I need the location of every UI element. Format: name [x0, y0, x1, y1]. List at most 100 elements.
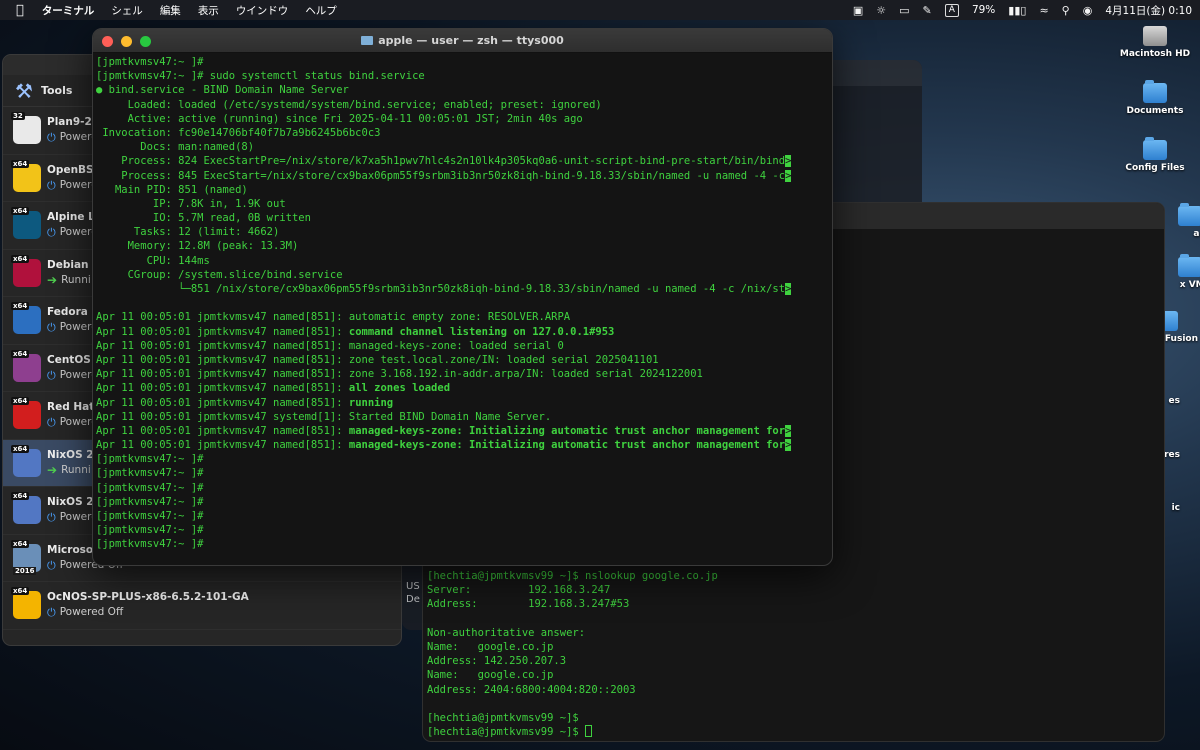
- os-logo-icon: x64: [11, 444, 41, 477]
- input-mode-icon[interactable]: A: [944, 3, 959, 17]
- vm-arch-badge: x64: [11, 492, 30, 501]
- terminal-line: Active: active (running) since Fri 2025-…: [96, 112, 583, 125]
- vm-year-badge: 2016: [13, 566, 37, 575]
- truncation-marker: >: [785, 169, 792, 182]
- background-window-text: US De: [406, 581, 420, 605]
- terminal-line: Tasks: 12 (limit: 4662): [96, 226, 280, 239]
- vm-arch-badge: x64: [11, 444, 30, 453]
- folder-icon: [1143, 80, 1167, 103]
- menu-app-name[interactable]: ターミナル: [42, 3, 95, 18]
- terminal-line: Docs: man:named(8): [96, 141, 255, 154]
- pen-icon[interactable]: ✎: [923, 4, 932, 17]
- vm-arch-badge: x64: [11, 302, 30, 311]
- vm-arch-badge: x64: [11, 587, 30, 596]
- desktop-icon-macintosh-hd[interactable]: Macintosh HD: [1110, 26, 1200, 59]
- vm-name: OcNOS-SP-PLUS-x86-6.5.2-101-GA: [47, 591, 249, 604]
- running-arrow-icon: ➔: [47, 462, 58, 477]
- terminal-output[interactable]: [jpmtkvmsv47:~ ]# [jpmtkvmsv47:~ ]# sudo …: [96, 55, 829, 565]
- terminal-line: ● bind.service - BIND Domain Name Server: [96, 84, 349, 97]
- menu-window[interactable]: ウインドウ: [236, 3, 289, 18]
- terminal-line: Apr 11 00:05:01 jpmtkvmsv47 systemd[1]: …: [96, 410, 552, 423]
- terminal-line: [jpmtkvmsv47:~ ]#: [96, 453, 204, 466]
- terminal-line: Apr 11 00:05:01 jpmtkvmsv47 named[851]: …: [96, 382, 451, 395]
- terminal-titlebar[interactable]: apple — user — zsh — ttys000: [93, 29, 832, 53]
- os-logo-icon: x64: [11, 492, 41, 525]
- cat-status-icon[interactable]: ☼: [876, 4, 886, 17]
- terminal-window-ttys000[interactable]: apple — user — zsh — ttys000 [jpmtkvmsv4…: [92, 28, 833, 566]
- vm-arch-badge: x64: [11, 159, 30, 168]
- minimize-button[interactable]: [121, 36, 132, 47]
- terminal-line: [jpmtkvmsv47:~ ]#: [96, 481, 204, 494]
- terminal-line: Name: google.co.jp: [427, 641, 554, 654]
- menu-help[interactable]: ヘルプ: [305, 3, 337, 18]
- folder-icon: [1178, 254, 1200, 277]
- close-button[interactable]: [102, 36, 113, 47]
- os-logo-icon: x64: [11, 207, 41, 240]
- display-icon[interactable]: ▭: [899, 4, 909, 17]
- battery-percent[interactable]: 79%: [972, 4, 995, 16]
- terminal-line: Apr 11 00:05:01 jpmtkvmsv47 named[851]: …: [96, 325, 615, 338]
- terminal-line: Process: 824 ExecStartPre=/nix/store/k7x…: [96, 155, 792, 168]
- os-logo-icon: 32: [11, 112, 41, 145]
- terminal-line: [jpmtkvmsv47:~ ]# sudo systemctl status …: [96, 70, 425, 83]
- battery-icon[interactable]: ▮▮▯: [1008, 4, 1026, 17]
- terminal-line: [hechtia@jpmtkvmsv99 ~]$: [427, 726, 586, 739]
- apple-menu-icon[interactable]: : [16, 3, 24, 18]
- terminal-line: Apr 11 00:05:01 jpmtkvmsv47 named[851]: …: [96, 368, 703, 381]
- vm-list-item[interactable]: x64 OcNOS-SP-PLUS-x86-6.5.2-101-GA ⏻ Powere…: [3, 582, 401, 630]
- os-logo-icon: x64: [11, 254, 41, 287]
- menu-edit[interactable]: 編集: [160, 3, 181, 18]
- folder-icon: [1178, 203, 1200, 226]
- terminal-line: Process: 845 ExecStart=/nix/store/cx9bax…: [96, 169, 792, 182]
- vm-state-label: Powered Off: [59, 606, 124, 619]
- notification-icon[interactable]: ▣: [853, 4, 863, 17]
- power-icon: ⏻: [47, 321, 56, 335]
- terminal-line: [hechtia@jpmtkvmsv99 ~]$ nslookup google…: [427, 570, 718, 582]
- menu-bar:  ターミナル シェル 編集 表示 ウインドウ ヘルプ ▣ ☼ ▭ ✎ A 79…: [0, 0, 1200, 20]
- vm-state-label: Runni: [61, 273, 91, 286]
- folder-icon: [1143, 137, 1167, 160]
- terminal-output[interactable]: [hechtia@jpmtkvmsv99 ~]$ nslookup google…: [427, 569, 718, 739]
- menu-view[interactable]: 表示: [198, 3, 219, 18]
- text-cursor: [585, 725, 593, 738]
- power-icon: ⏻: [47, 226, 56, 240]
- search-icon[interactable]: ⚲: [1062, 4, 1070, 17]
- terminal-line: Apr 11 00:05:01 jpmtkvmsv47 named[851]: …: [96, 311, 571, 324]
- os-logo-icon: x64: [11, 159, 41, 192]
- zoom-button[interactable]: [140, 36, 151, 47]
- vm-state-label: Runni: [61, 463, 91, 476]
- truncation-marker: >: [785, 439, 792, 452]
- terminal-line: [hechtia@jpmtkvmsv99 ~]$: [427, 712, 579, 725]
- power-icon: ⏻: [47, 558, 56, 572]
- window-title: apple — user — zsh — ttys000: [378, 34, 564, 47]
- menu-shell[interactable]: シェル: [111, 3, 143, 18]
- terminal-line: [jpmtkvmsv47:~ ]#: [96, 467, 204, 480]
- wifi-icon[interactable]: ≈: [1039, 4, 1048, 17]
- terminal-line: [jpmtkvmsv47:~ ]#: [96, 510, 204, 522]
- desktop-icon-documents[interactable]: Documents: [1110, 80, 1200, 116]
- vm-arch-badge: x64: [11, 397, 30, 406]
- terminal-line: Address: 192.168.3.247#53: [427, 598, 630, 611]
- desktop-icon-config-files[interactable]: Config Files: [1110, 137, 1200, 173]
- menu-clock[interactable]: 4月11日(金) 0:10: [1105, 3, 1192, 18]
- power-icon: ⏻: [47, 368, 56, 382]
- vm-arch-badge: x64: [11, 539, 30, 548]
- terminal-line: └─851 /nix/store/cx9bax06pm55f9srbm3ib3n…: [96, 283, 792, 295]
- terminal-line: Apr 11 00:05:01 jpmtkvmsv47 named[851]: …: [96, 396, 394, 409]
- power-icon: ⏻: [47, 131, 56, 145]
- terminal-line: Apr 11 00:05:01 jpmtkvmsv47 named[851]: …: [96, 339, 564, 352]
- os-logo-icon: x64: [11, 397, 41, 430]
- terminal-line: Loaded: loaded (/etc/systemd/system/bind…: [96, 98, 602, 111]
- vm-arch-badge: x64: [11, 349, 30, 358]
- terminal-line: Server: 192.168.3.247: [427, 584, 611, 597]
- os-logo-icon: x64: [11, 302, 41, 335]
- harddrive-icon: [1143, 26, 1167, 46]
- terminal-line: CGroup: /system.slice/bind.service: [96, 268, 343, 281]
- power-icon: ⏻: [47, 511, 56, 525]
- terminal-line: IP: 7.8K in, 1.9K out: [96, 197, 286, 210]
- terminal-line: [jpmtkvmsv47:~ ]#: [96, 524, 204, 537]
- terminal-line: Apr 11 00:05:01 jpmtkvmsv47 named[851]: …: [96, 353, 659, 366]
- terminal-line: [jpmtkvmsv47:~ ]#: [96, 538, 204, 551]
- truncation-marker: >: [785, 424, 792, 437]
- control-center-icon[interactable]: ◉: [1083, 4, 1093, 17]
